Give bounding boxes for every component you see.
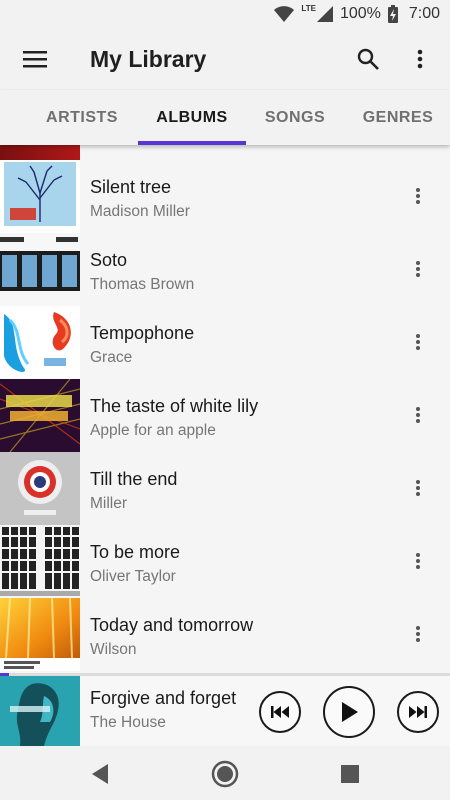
album-artist: Madison Miller [90, 203, 190, 220]
album-row[interactable]: Soto Thomas Brown [0, 233, 450, 306]
more-vert-icon [416, 334, 420, 350]
tab-artists[interactable]: ARTISTS [28, 90, 136, 145]
album-row[interactable]: Today and tomorrow Wilson [0, 598, 450, 671]
now-playing-artist: The House [90, 714, 166, 731]
album-row[interactable]: To be more Oliver Taylor [0, 525, 450, 598]
network-type: LTE [301, 4, 316, 13]
app-bar: My Library [0, 28, 450, 90]
search-button[interactable] [342, 28, 394, 90]
status-bar: LTE 100% 7:00 [0, 0, 450, 28]
album-more-button[interactable] [400, 251, 436, 287]
more-vert-icon [416, 553, 420, 569]
more-vert-icon [416, 261, 420, 277]
now-playing-bar[interactable]: Forgive and forget The House [0, 676, 450, 746]
more-vert-icon [416, 407, 420, 423]
album-title: Tempophone [90, 323, 195, 343]
album-title: Till the end [90, 469, 178, 489]
next-button[interactable] [397, 691, 439, 733]
hamburger-menu-icon [23, 51, 47, 68]
album-artist: Wilson [90, 641, 137, 658]
album-row[interactable]: Tempophone Grace [0, 306, 450, 379]
album-art [0, 160, 80, 233]
album-more-button[interactable] [400, 470, 436, 506]
album-more-button[interactable] [400, 324, 436, 360]
tab-genres[interactable]: GENRES [348, 90, 448, 145]
album-more-button[interactable] [400, 178, 436, 214]
app-title: My Library [90, 45, 207, 72]
system-navigation-bar [0, 746, 450, 800]
album-artist: Grace [90, 349, 133, 366]
search-icon [357, 48, 379, 70]
more-vert-icon [416, 188, 420, 204]
tab-songs[interactable]: SONGS [245, 90, 345, 145]
album-art [0, 379, 80, 452]
battery-percent: 100% [339, 5, 381, 22]
library-tabs: S ARTISTS ALBUMS SONGS GENRES [0, 90, 450, 145]
previous-button[interactable] [259, 691, 301, 733]
album-art [0, 233, 80, 306]
overflow-menu-button[interactable] [394, 28, 446, 90]
play-icon [342, 702, 358, 722]
album-art-partial [0, 145, 80, 160]
album-art [0, 306, 80, 379]
album-more-button[interactable] [400, 543, 436, 579]
album-art [0, 525, 80, 598]
skip-previous-icon [271, 706, 289, 718]
album-title: Silent tree [90, 177, 172, 197]
album-row[interactable]: Silent tree Madison Miller [0, 160, 450, 233]
nav-back-button[interactable] [80, 754, 120, 794]
tab-albums[interactable]: ALBUMS [138, 90, 246, 145]
album-title: Soto [90, 250, 128, 270]
home-icon [211, 760, 239, 788]
album-title: The taste of white lily [90, 396, 259, 416]
menu-button[interactable] [0, 28, 70, 90]
wifi-icon [274, 6, 295, 22]
battery-charging-icon [387, 5, 398, 23]
more-vert-icon [416, 626, 420, 642]
album-artist: Oliver Taylor [90, 568, 176, 585]
album-row[interactable]: Till the end Miller [0, 452, 450, 525]
album-list[interactable]: Silent tree Madison Miller Soto Thomas B… [0, 145, 450, 673]
album-artist: Apple for an apple [90, 422, 216, 439]
nav-recents-button[interactable] [330, 754, 370, 794]
tab-playlists[interactable]: S [0, 90, 10, 145]
clock: 7:00 [408, 5, 440, 22]
album-more-button[interactable] [400, 616, 436, 652]
play-button[interactable] [323, 686, 375, 738]
now-playing-title: Forgive and forget [90, 688, 237, 708]
album-art [0, 598, 80, 671]
album-title: Today and tomorrow [90, 615, 254, 635]
album-artist: Miller [90, 495, 128, 512]
now-playing-art [0, 676, 80, 746]
nav-home-button[interactable] [205, 754, 245, 794]
album-art [0, 452, 80, 525]
album-more-button[interactable] [400, 397, 436, 433]
recents-icon [341, 765, 359, 783]
back-icon [92, 764, 108, 784]
more-vert-icon [417, 49, 423, 69]
album-artist: Thomas Brown [90, 276, 195, 293]
album-row[interactable]: The taste of white lily Apple for an app… [0, 379, 450, 452]
album-title: To be more [90, 542, 181, 562]
skip-next-icon [409, 706, 427, 718]
active-tab-indicator [138, 141, 246, 145]
more-vert-icon [416, 480, 420, 496]
cell-signal-icon [316, 6, 333, 22]
